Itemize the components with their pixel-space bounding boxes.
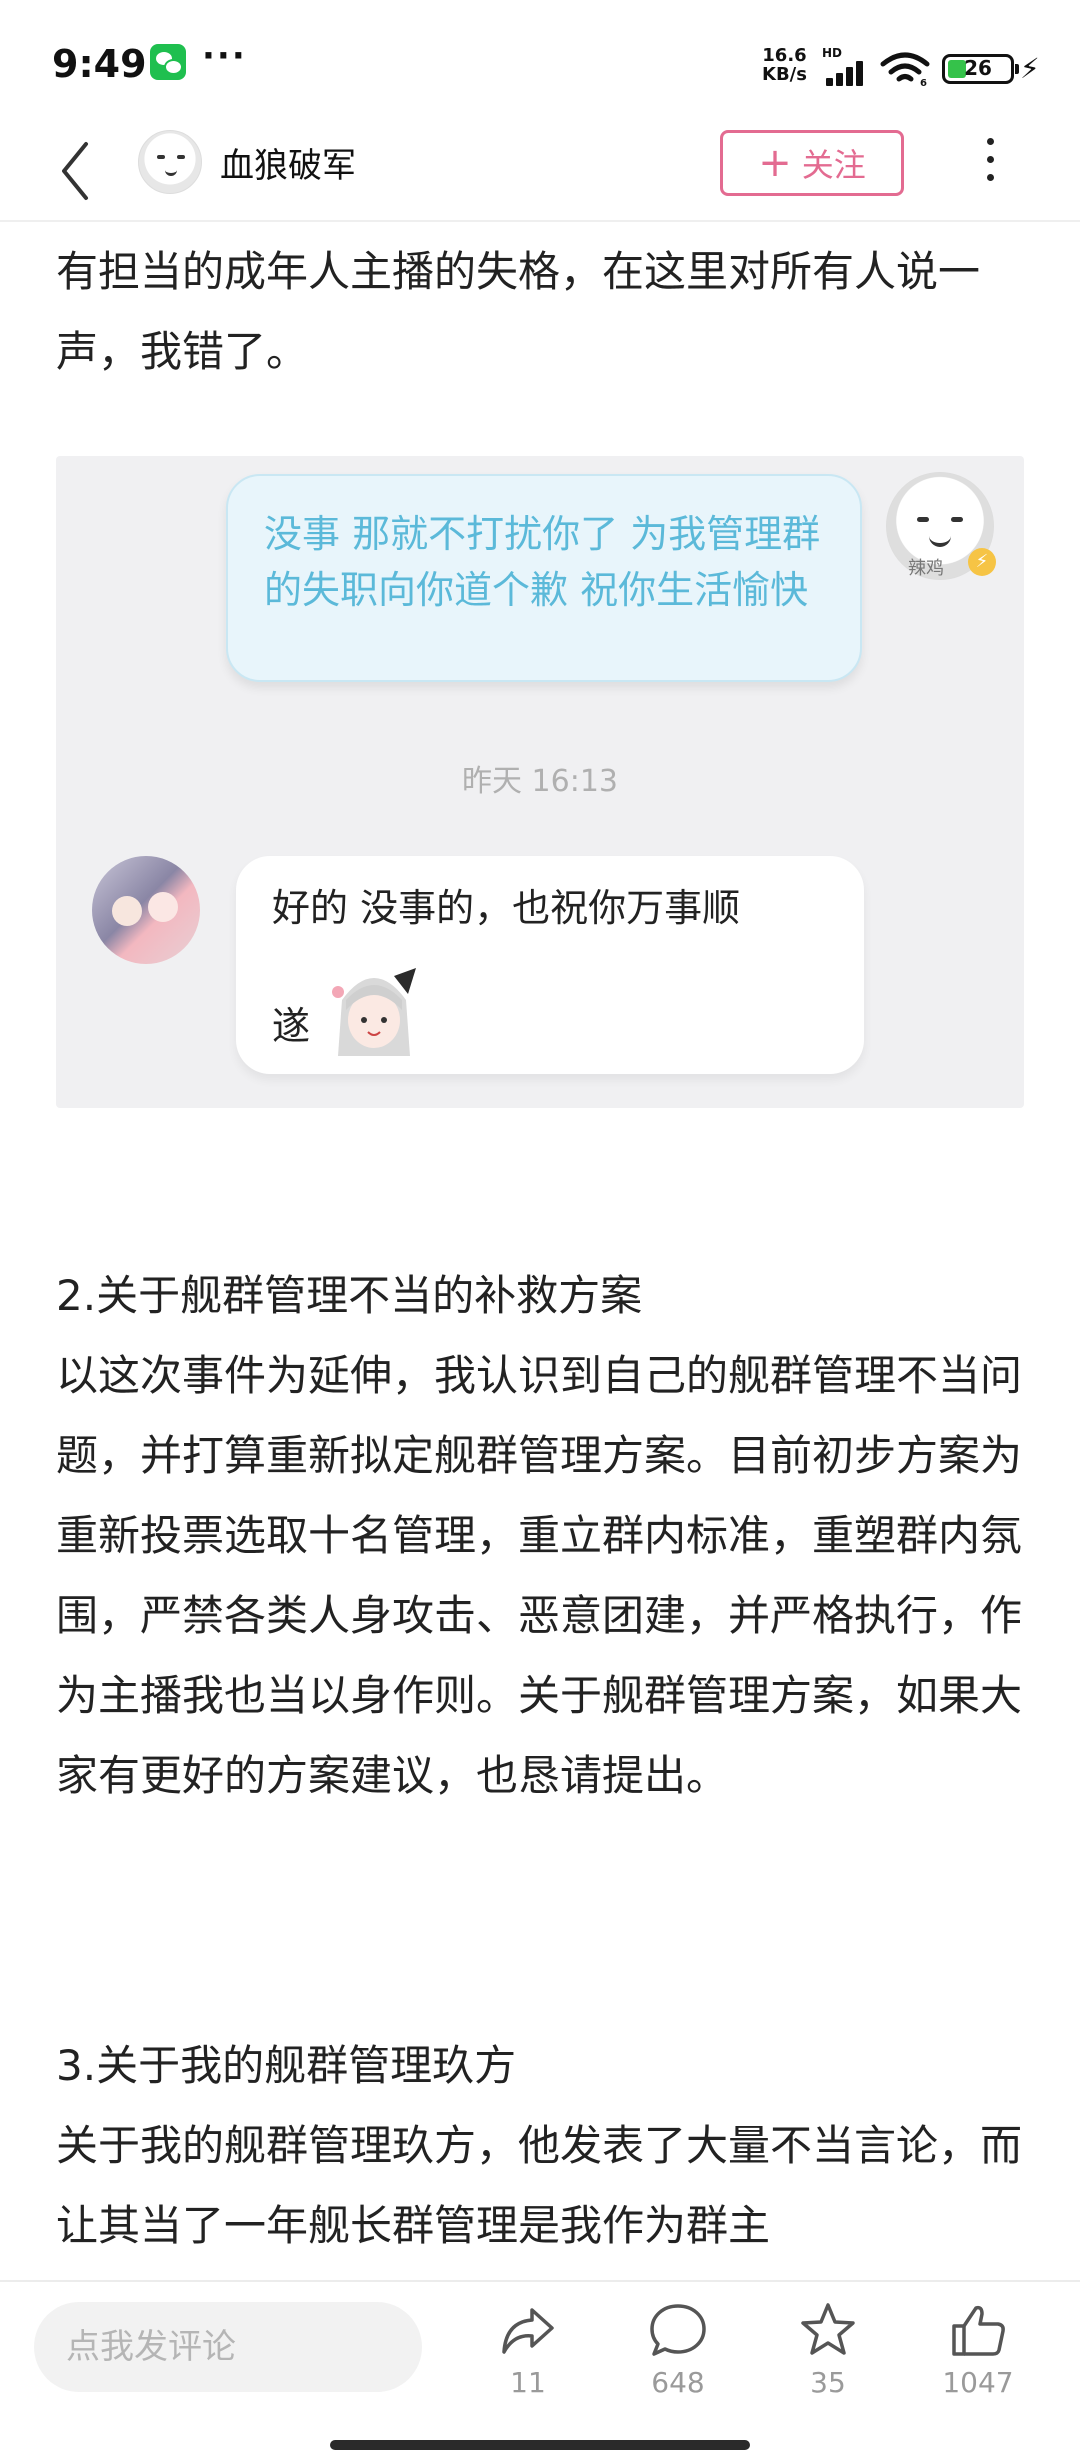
like-count: 1047 bbox=[942, 2366, 1014, 2399]
favorite-button[interactable]: 35 bbox=[768, 2300, 888, 2420]
svg-text:6: 6 bbox=[920, 78, 927, 86]
status-bar: 9:49 ··· 16.6 KB/s HD 6 26 ⚡ bbox=[0, 0, 1080, 130]
comment-count: 648 bbox=[651, 2366, 705, 2399]
battery-level: 26 bbox=[964, 56, 992, 80]
share-icon bbox=[502, 2308, 554, 2354]
status-time: 9:49 bbox=[52, 42, 147, 86]
share-button[interactable]: 11 bbox=[468, 2300, 588, 2420]
plus-icon: + bbox=[758, 140, 792, 186]
network-speed-value: 16.6 bbox=[762, 45, 807, 66]
follow-label: 关注 bbox=[801, 146, 866, 184]
section-heading: 2.关于舰群管理不当的补救方案 bbox=[56, 1271, 643, 1320]
lightning-badge-icon: ⚡ bbox=[968, 548, 996, 576]
charging-icon: ⚡ bbox=[1020, 52, 1040, 85]
comment-input[interactable] bbox=[34, 2302, 422, 2392]
article-paragraph: 有担当的成年人主播的失格，在这里对所有人说一声，我错了。 bbox=[56, 247, 981, 376]
author-avatar[interactable] bbox=[138, 130, 202, 194]
favorite-count: 35 bbox=[810, 2366, 846, 2399]
hd-indicator: HD bbox=[822, 46, 843, 60]
network-speed-unit: KB/s bbox=[762, 64, 807, 85]
wechat-notification-icon bbox=[150, 44, 186, 80]
wifi-icon: 6 bbox=[880, 52, 930, 86]
thumbs-up-icon bbox=[952, 2305, 1005, 2356]
comment-button[interactable]: 648 bbox=[618, 2300, 738, 2420]
star-icon bbox=[801, 2303, 855, 2355]
network-speed: 16.6 KB/s bbox=[762, 46, 807, 84]
article-header: 血狼破军 + 关注 bbox=[0, 130, 1080, 220]
incoming-message-line2: 遂 bbox=[272, 1004, 311, 1048]
battery-icon: 26 bbox=[942, 54, 1019, 84]
share-count: 11 bbox=[510, 2366, 546, 2399]
sender-avatar-label: 辣鸡 bbox=[908, 558, 944, 579]
section-heading: 3.关于我的舰群管理玖方 bbox=[56, 2041, 517, 2090]
more-options-icon[interactable] bbox=[982, 138, 998, 188]
header-divider bbox=[0, 220, 1080, 222]
author-name[interactable]: 血狼破军 bbox=[220, 138, 356, 187]
chat-screenshot-image[interactable]: 没事 那就不打扰你了 为我管理群的失职向你道个歉 祝你生活愉快 辣鸡 ⚡ 昨天 … bbox=[56, 456, 1024, 1108]
bottom-action-bar: 11 648 35 1047 bbox=[0, 2280, 1080, 2460]
outgoing-message-bubble: 没事 那就不打扰你了 为我管理群的失职向你道个歉 祝你生活愉快 bbox=[226, 474, 862, 682]
follow-button[interactable]: + 关注 bbox=[720, 130, 904, 196]
chat-timestamp: 昨天 16:13 bbox=[462, 764, 618, 799]
anime-sticker-icon bbox=[332, 968, 416, 1056]
cellular-signal-icon bbox=[822, 60, 868, 86]
article-paragraph: 关于我的舰群管理玖方，他发表了大量不当言论，而让其当了一年舰长群管理是我作为群主 bbox=[56, 2121, 1023, 2250]
incoming-message-bubble: 好的 没事的，也祝你万事顺 遂 bbox=[236, 856, 864, 1074]
like-button[interactable]: 1047 bbox=[918, 2300, 1038, 2420]
incoming-message-line1: 好的 没事的，也祝你万事顺 bbox=[272, 886, 741, 930]
more-notifications-icon: ··· bbox=[202, 36, 247, 76]
receiver-avatar bbox=[92, 856, 200, 964]
comment-icon bbox=[650, 2304, 706, 2356]
back-icon[interactable] bbox=[56, 136, 96, 206]
home-indicator[interactable] bbox=[330, 2440, 750, 2450]
article-paragraph: 以这次事件为延伸，我认识到自己的舰群管理不当问题，并打算重新拟定舰群管理方案。目… bbox=[56, 1351, 1023, 1800]
